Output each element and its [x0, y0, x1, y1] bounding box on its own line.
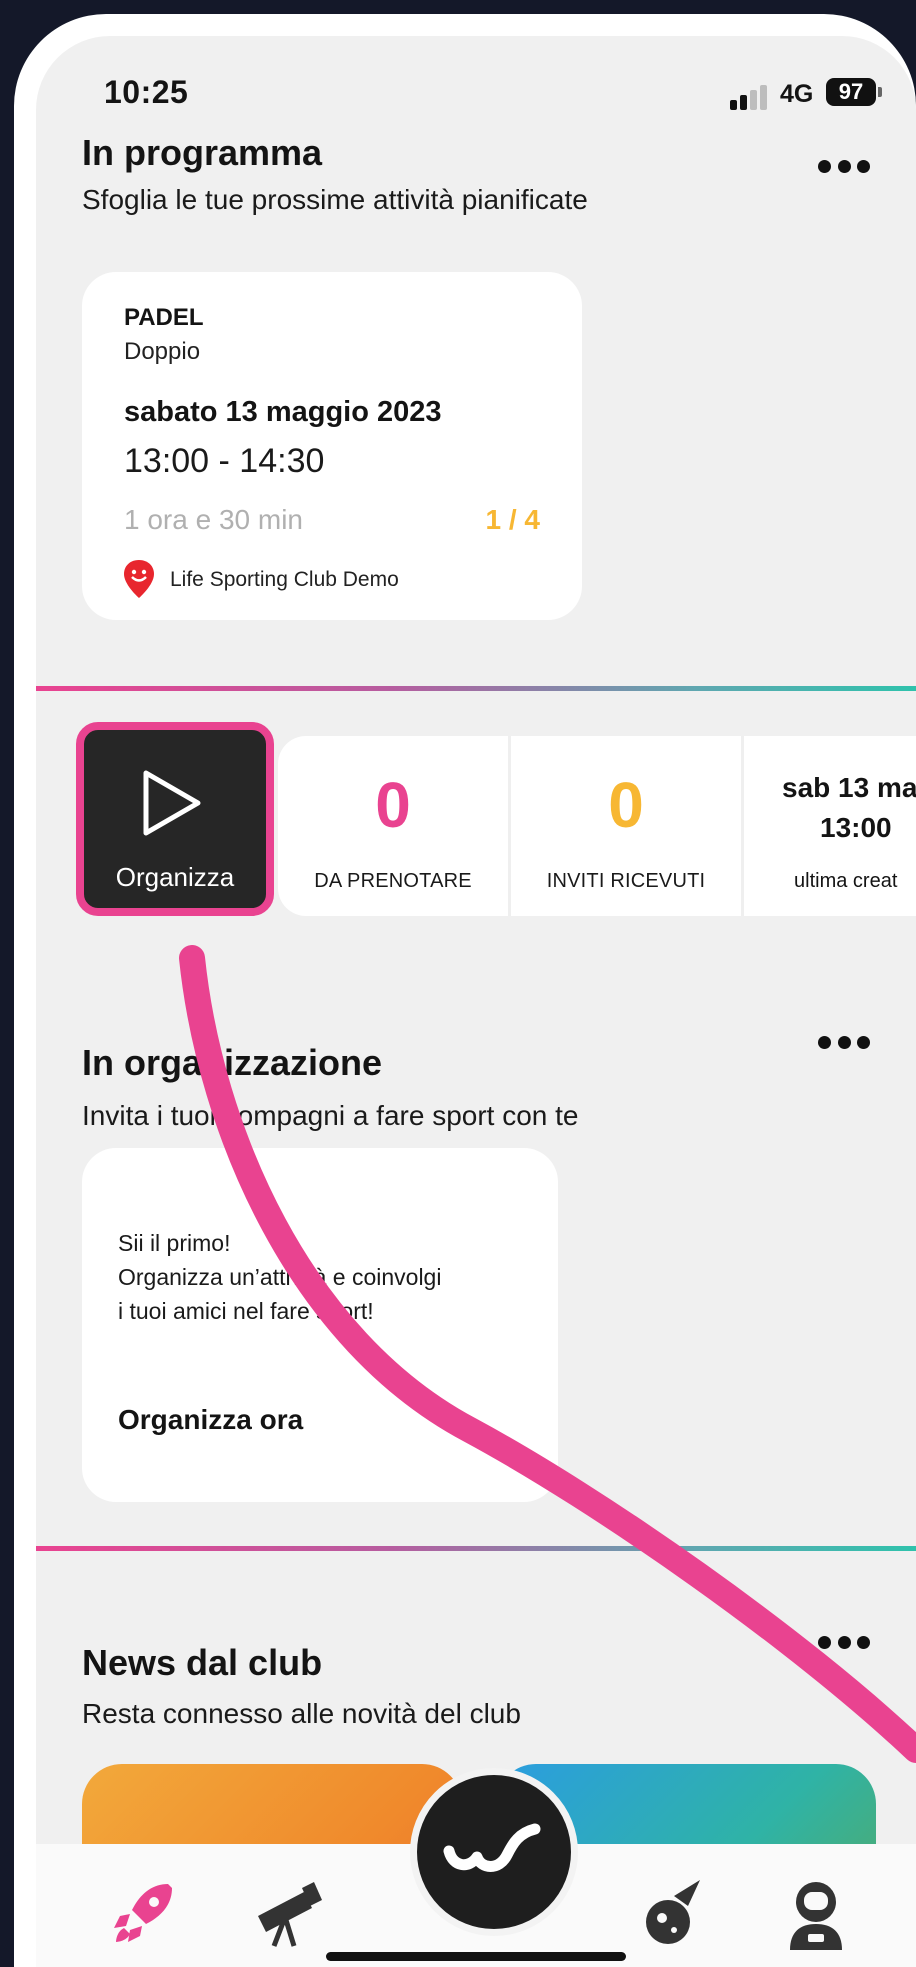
- logo-w-icon: [443, 1823, 541, 1872]
- battery-icon: 97: [826, 78, 876, 106]
- scheduled-activity-card[interactable]: PADEL Doppio sabato 13 maggio 2023 13:00…: [82, 272, 582, 620]
- telescope-icon[interactable]: [250, 1876, 326, 1952]
- center-fab[interactable]: [410, 1768, 578, 1936]
- activity-sport: PADEL: [124, 304, 204, 331]
- stat-last-created-time: 13:00: [820, 812, 892, 843]
- signal-icon: [730, 84, 774, 110]
- organizing-subtitle: Invita i tuoi compagni a fare sport con …: [82, 1100, 579, 1131]
- activity-time: 13:00 - 14:30: [124, 442, 325, 480]
- stat-invites-value: 0: [608, 769, 644, 841]
- astronaut-icon[interactable]: [778, 1876, 854, 1952]
- home-indicator: [326, 1952, 626, 1961]
- scheduled-subtitle: Sfoglia le tue prossime attività pianifi…: [82, 184, 588, 215]
- activity-players: 1 / 4: [485, 504, 540, 535]
- organize-button[interactable]: Organizza: [76, 722, 274, 916]
- stat-last-created-date: sab 13 ma: [782, 772, 916, 803]
- club-name: Life Sporting Club Demo: [170, 568, 399, 591]
- organizing-more-icon[interactable]: [818, 1036, 870, 1050]
- stat-last-created-label: ultima creat: [794, 870, 898, 892]
- phone-frame: 10:25 4G 97 In programma Sfoglia le tue …: [14, 14, 916, 1967]
- organizing-title: In organizzazione: [82, 1042, 383, 1083]
- activity-date: sabato 13 maggio 2023: [124, 396, 442, 428]
- organize-empty-card[interactable]: Sii il primo! Organizza un’attività e co…: [82, 1148, 558, 1502]
- stats-strip: 0 DA PRENOTARE 0 INVITI RICEVUTI sab 13 …: [278, 736, 916, 916]
- section-divider: [36, 686, 916, 691]
- activity-duration: 1 ora e 30 min: [124, 504, 303, 535]
- scheduled-title: In programma: [82, 132, 323, 173]
- organize-label: Organizza: [115, 862, 235, 892]
- organize-now-link[interactable]: Organizza ora: [118, 1404, 303, 1436]
- news-title: News dal club: [82, 1642, 323, 1683]
- club-pin-icon: [124, 560, 154, 598]
- news-more-icon[interactable]: [818, 1636, 870, 1650]
- battery-tip: [878, 87, 882, 97]
- empty-card-line3: i tuoi amici nel fare sport!: [118, 1298, 374, 1324]
- stat-to-book-label: DA PRENOTARE: [314, 870, 472, 892]
- section-divider: [36, 1546, 916, 1551]
- network-type: 4G: [780, 80, 814, 108]
- stat-to-book[interactable]: 0 DA PRENOTARE: [278, 736, 508, 916]
- rocket-icon[interactable]: [106, 1876, 182, 1952]
- empty-card-line2: Organizza un’attività e coinvolgi: [118, 1264, 442, 1290]
- stat-to-book-value: 0: [375, 769, 411, 841]
- scheduled-more-icon[interactable]: [818, 160, 870, 174]
- empty-card-line1: Sii il primo!: [118, 1230, 231, 1256]
- play-icon: [143, 770, 201, 836]
- stat-last-created[interactable]: sab 13 ma 13:00 ultima creat: [744, 736, 916, 916]
- activity-type: Doppio: [124, 338, 201, 365]
- app-screen: 10:25 4G 97 In programma Sfoglia le tue …: [36, 36, 916, 1967]
- stat-invites[interactable]: 0 INVITI RICEVUTI: [511, 736, 741, 916]
- status-time: 10:25: [104, 74, 189, 110]
- stat-invites-label: INVITI RICEVUTI: [546, 870, 706, 892]
- news-subtitle: Resta connesso alle novità del club: [82, 1698, 521, 1729]
- comet-icon[interactable]: [634, 1876, 710, 1952]
